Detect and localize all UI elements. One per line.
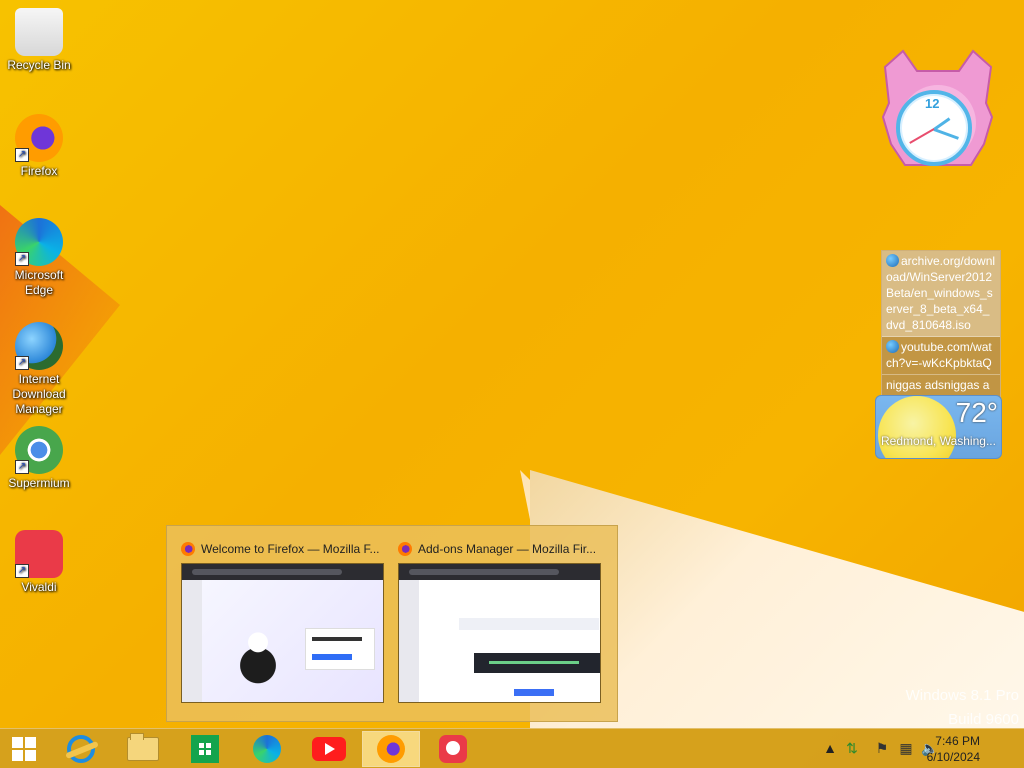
welcome-card bbox=[305, 628, 375, 670]
action-center-icon[interactable]: ⚑ bbox=[872, 738, 892, 758]
taskbar-time[interactable]: 7:46 PM bbox=[935, 734, 980, 748]
network-status-icon[interactable]: ▦ bbox=[896, 738, 916, 758]
firefox-icon bbox=[398, 542, 412, 556]
vivaldi-icon bbox=[439, 735, 467, 763]
vivaldi-icon: ↗ bbox=[15, 530, 63, 578]
clock-second-hand bbox=[909, 128, 935, 144]
desktop-icon-download-manager[interactable]: ↗ Internet Download Manager bbox=[0, 316, 78, 417]
feed-item-text: archive.org/download/WinServer2012Beta/e… bbox=[886, 254, 996, 332]
download-manager-icon: ↗ bbox=[15, 322, 63, 370]
windows-watermark: Windows 8.1 Pro Build 9600 bbox=[906, 684, 1019, 732]
illustration-icon bbox=[228, 615, 288, 687]
store-icon bbox=[191, 735, 219, 763]
desktop-icon-supermium[interactable]: ↗ Supermium bbox=[0, 420, 78, 491]
preview-sidebar bbox=[399, 580, 419, 702]
taskbar-store[interactable] bbox=[176, 731, 234, 767]
weather-temperature: 72° bbox=[955, 397, 998, 428]
taskbar-vivaldi[interactable] bbox=[424, 731, 482, 767]
sun-icon bbox=[878, 396, 956, 458]
shortcut-arrow-icon: ↗ bbox=[15, 252, 29, 266]
taskbar-firefox[interactable] bbox=[362, 731, 420, 767]
window-preview bbox=[181, 563, 384, 703]
desktop-icon-label: Firefox bbox=[20, 164, 58, 178]
windows-logo-icon bbox=[12, 737, 36, 761]
system-tray: ▲ ⇅ ⚑ ▦ 🔈 7:46 PM 6/10/2024 bbox=[814, 729, 1024, 768]
taskbar-file-explorer[interactable] bbox=[114, 731, 172, 767]
firefox-icon: ↗ bbox=[15, 114, 63, 162]
globe-icon bbox=[886, 340, 899, 353]
edge-icon bbox=[253, 735, 281, 763]
desktop-icon-firefox[interactable]: ↗ Firefox bbox=[0, 108, 78, 179]
weather-location: Redmond, Washing... bbox=[881, 434, 996, 448]
start-button[interactable] bbox=[0, 731, 48, 767]
feed-item[interactable]: youtube.com/watch?v=-wKcKpbktaQ bbox=[882, 337, 1000, 375]
preview-content bbox=[419, 580, 600, 702]
folder-icon bbox=[127, 733, 159, 761]
globe-icon bbox=[886, 254, 899, 267]
addons-list bbox=[459, 618, 599, 630]
firefox-icon bbox=[181, 542, 195, 556]
window-thumbnail[interactable]: Welcome to Firefox — Mozilla F... bbox=[181, 539, 386, 703]
feed-widget: archive.org/download/WinServer2012Beta/e… bbox=[881, 250, 1001, 413]
feed-item-text: youtube.com/watch?v=-wKcKpbktaQ bbox=[886, 340, 992, 370]
desktop-icon-label: Recycle Bin bbox=[7, 58, 71, 72]
youtube-icon bbox=[312, 737, 346, 761]
desktop-icons: Recycle Bin ↗ Firefox ↗ Microsoft Edge ↗… bbox=[0, 0, 80, 620]
supermium-icon: ↗ bbox=[15, 426, 63, 474]
feed-item[interactable]: archive.org/download/WinServer2012Beta/e… bbox=[882, 251, 1000, 337]
watermark-line-1: Windows 8.1 Pro bbox=[905, 687, 1019, 704]
edge-icon: ↗ bbox=[15, 218, 63, 266]
clock-minute-hand bbox=[933, 128, 959, 140]
taskbar-ie[interactable] bbox=[52, 731, 110, 767]
recycle-bin-icon bbox=[15, 8, 63, 56]
taskbar: ▲ ⇅ ⚑ ▦ 🔈 7:46 PM 6/10/2024 bbox=[0, 728, 1024, 768]
shortcut-arrow-icon: ↗ bbox=[15, 148, 29, 162]
preview-sidebar bbox=[182, 580, 202, 702]
internet-explorer-icon bbox=[67, 735, 95, 763]
thumbnail-title-text: Welcome to Firefox — Mozilla F... bbox=[201, 542, 380, 556]
taskbar-thumbnail-popup: Welcome to Firefox — Mozilla F... Add-on… bbox=[166, 525, 618, 722]
preview-content bbox=[202, 580, 383, 702]
window-thumbnail-title: Welcome to Firefox — Mozilla F... bbox=[181, 539, 386, 559]
desktop-icon-label: Internet Download Manager bbox=[12, 372, 66, 416]
address-bar bbox=[409, 569, 559, 575]
firefox-icon bbox=[377, 735, 405, 763]
window-thumbnail[interactable]: Add-ons Manager — Mozilla Fir... bbox=[398, 539, 603, 703]
thumbnail-title-text: Add-ons Manager — Mozilla Fir... bbox=[418, 542, 597, 556]
shortcut-arrow-icon: ↗ bbox=[15, 564, 29, 578]
shortcut-arrow-icon: ↗ bbox=[15, 356, 29, 370]
taskbar-youtube[interactable] bbox=[300, 731, 358, 767]
window-preview bbox=[398, 563, 601, 703]
desktop-icon-label: Microsoft Edge bbox=[14, 268, 64, 297]
desktop-icon-recycle-bin[interactable]: Recycle Bin bbox=[0, 2, 78, 73]
banner-accent bbox=[489, 661, 579, 664]
clock-widget[interactable]: 12 bbox=[875, 45, 1000, 175]
window-thumbnail-title: Add-ons Manager — Mozilla Fir... bbox=[398, 539, 603, 559]
weather-widget[interactable]: 72° Redmond, Washing... bbox=[875, 395, 1002, 459]
shortcut-arrow-icon: ↗ bbox=[15, 460, 29, 474]
preview-button bbox=[514, 689, 554, 696]
desktop-icon-vivaldi[interactable]: ↗ Vivaldi bbox=[0, 524, 78, 595]
desktop-icon-edge[interactable]: ↗ Microsoft Edge bbox=[0, 212, 78, 298]
clock-face: 12 bbox=[896, 90, 972, 166]
taskbar-edge[interactable] bbox=[238, 731, 296, 767]
network-activity-icon[interactable]: ⇅ bbox=[842, 738, 862, 758]
address-bar bbox=[192, 569, 342, 575]
clock-number: 12 bbox=[925, 96, 940, 111]
desktop-icon-label: Supermium bbox=[8, 476, 70, 490]
desktop-icon-label: Vivaldi bbox=[21, 580, 57, 594]
show-hidden-icons-button[interactable]: ▲ bbox=[820, 738, 840, 758]
taskbar-date[interactable]: 6/10/2024 bbox=[927, 750, 980, 764]
